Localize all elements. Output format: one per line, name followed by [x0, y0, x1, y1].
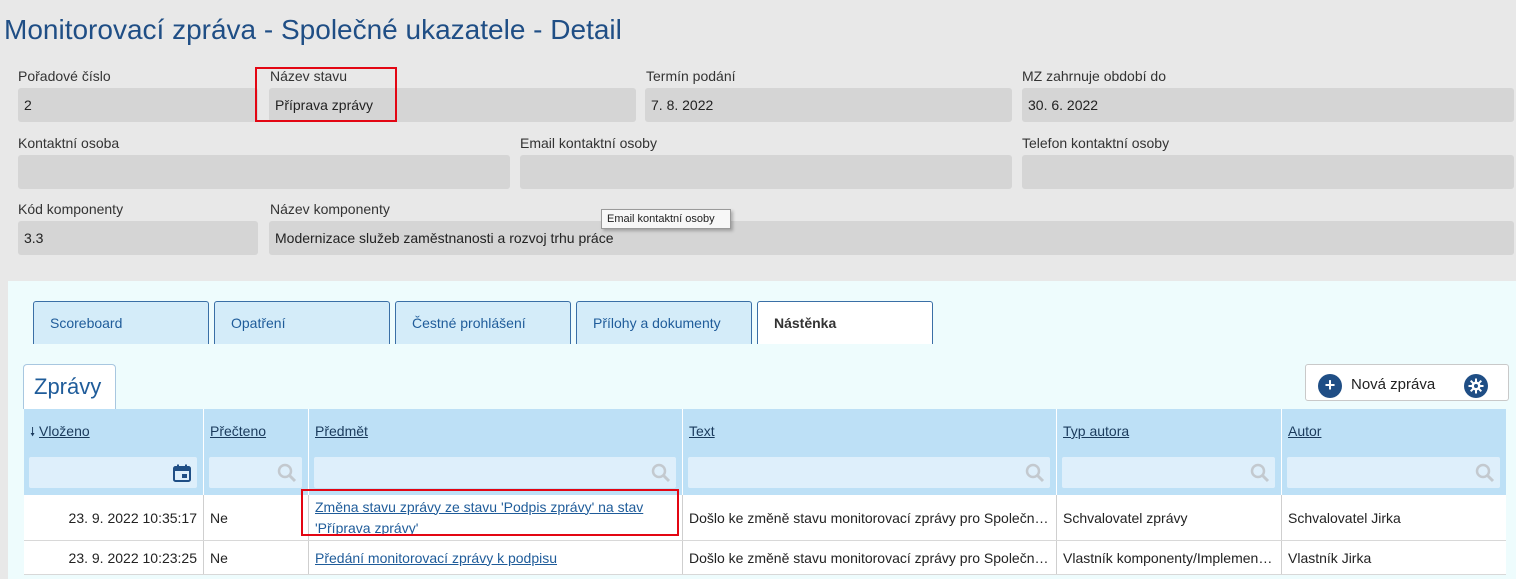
filter-vlozeno[interactable]: [29, 457, 197, 488]
tab-scoreboard[interactable]: Scoreboard: [33, 301, 209, 344]
cell-vlozeno: 23. 9. 2022 10:35:17: [24, 495, 204, 540]
column-text: Text: [683, 409, 1057, 495]
calendar-icon[interactable]: [172, 463, 192, 483]
cell-predmet: Předání monitorovací zprávy k podpisu: [309, 541, 683, 574]
cell-precteno: Ne: [204, 495, 309, 540]
page-title: Monitorovací zpráva - Společné ukazatele…: [4, 14, 622, 45]
filter-precteno[interactable]: [209, 457, 302, 488]
column-autor-title[interactable]: Autor: [1288, 423, 1321, 439]
filter-predmet[interactable]: [314, 457, 676, 488]
table-row[interactable]: 23. 9. 2022 10:23:25 Ne Předání monitoro…: [24, 541, 1506, 575]
poradove-cislo-label: Pořadové číslo: [18, 68, 111, 84]
tab-prilohy-a-dokumenty[interactable]: Přílohy a dokumenty: [576, 301, 752, 344]
search-icon: [1475, 463, 1495, 483]
filter-text[interactable]: [688, 457, 1050, 488]
search-icon: [1250, 463, 1270, 483]
search-icon: [651, 463, 671, 483]
kod-komponenty-field: 3.3: [18, 221, 258, 255]
cell-typ-autora: Vlastník komponenty/Implementátor: [1057, 541, 1282, 574]
cell-text: Došlo ke změně stavu monitorovací zprávy…: [683, 495, 1057, 540]
nazev-komponenty-label: Název komponenty: [270, 201, 390, 217]
telefon-label: Telefon kontaktní osoby: [1022, 135, 1170, 151]
cell-autor: Schvalovatel Jirka: [1288, 509, 1401, 526]
messages-actions: + Nová zpráva: [1305, 364, 1509, 401]
tab-opatreni[interactable]: Opatření: [214, 301, 390, 344]
obdobi-do-label: MZ zahrnuje období do: [1022, 68, 1166, 84]
kontaktni-osoba-label: Kontaktní osoba: [18, 135, 120, 151]
table-row[interactable]: 23. 9. 2022 10:35:17 Ne Změna stavu zprá…: [24, 495, 1506, 541]
column-predmet-title[interactable]: Předmět: [315, 423, 368, 439]
cell-predmet: Změna stavu zprávy ze stavu 'Podpis zprá…: [309, 495, 683, 540]
column-precteno-title[interactable]: Přečteno: [210, 423, 266, 439]
column-typ-autora-title[interactable]: Typ autora: [1063, 423, 1129, 439]
cell-typ-autora-value: Vlastník komponenty/Implementátor: [1063, 549, 1275, 566]
cell-text-value: Došlo ke změně stavu monitorovací zprávy…: [689, 549, 1050, 566]
cell-text-value: Došlo ke změně stavu monitorovací zprávy…: [689, 509, 1050, 526]
column-precteno: Přečteno: [204, 409, 309, 495]
messages-grid-header: 🠗 Vloženo Přečteno Předmět Text Typ auto…: [24, 409, 1506, 495]
termin-podani-label: Termín podání: [646, 68, 736, 84]
nazev-stavu-field: Příprava zprávy: [269, 88, 636, 122]
column-predmet: Předmět: [309, 409, 683, 495]
column-vlozeno: 🠗 Vloženo: [24, 409, 204, 495]
nazev-stavu-label: Název stavu: [270, 68, 348, 84]
search-icon: [277, 463, 297, 483]
cell-text: Došlo ke změně stavu monitorovací zprávy…: [683, 541, 1057, 574]
poradove-cislo-field: 2: [18, 88, 258, 122]
tab-cestne-prohlaseni[interactable]: Čestné prohlášení: [395, 301, 571, 344]
email-label: Email kontaktní osoby: [520, 135, 657, 151]
cell-precteno: Ne: [204, 541, 309, 574]
column-typ-autora: Typ autora: [1057, 409, 1282, 495]
sort-desc-icon: 🠗: [30, 425, 36, 439]
termin-podani-field: 7. 8. 2022: [645, 88, 1012, 122]
cell-typ-autora-value: Schvalovatel zprávy: [1063, 509, 1188, 526]
filter-typ-autora[interactable]: [1062, 457, 1275, 488]
column-text-title[interactable]: Text: [689, 423, 715, 439]
kontaktni-osoba-field: [18, 155, 510, 189]
tab-nastenka[interactable]: Nástěnka: [757, 301, 933, 344]
messages-title: Zprávy: [23, 364, 116, 409]
subject-link[interactable]: Změna stavu zprávy ze stavu 'Podpis zprá…: [315, 497, 676, 539]
column-autor: Autor: [1282, 409, 1506, 495]
telefon-field: [1022, 155, 1514, 189]
email-tooltip: Email kontaktní osoby: [601, 209, 731, 229]
email-field: [520, 155, 1012, 189]
plus-icon: +: [1318, 374, 1342, 398]
search-icon: [1025, 463, 1045, 483]
filter-autor[interactable]: [1287, 457, 1500, 488]
obdobi-do-field: 30. 6. 2022: [1022, 88, 1514, 122]
cell-typ-autora: Schvalovatel zprávy: [1057, 495, 1282, 540]
cell-autor: Vlastník Jirka: [1288, 549, 1372, 566]
kod-komponenty-label: Kód komponenty: [18, 201, 124, 217]
new-message-button[interactable]: + Nová zpráva: [1306, 365, 1456, 402]
new-message-label: Nová zpráva: [1351, 376, 1436, 393]
subject-link[interactable]: Předání monitorovací zprávy k podpisu: [315, 550, 676, 566]
gear-icon[interactable]: [1464, 374, 1488, 398]
nazev-komponenty-field: Modernizace služeb zaměstnanosti a rozvo…: [269, 221, 1514, 255]
cell-vlozeno: 23. 9. 2022 10:23:25: [24, 541, 204, 574]
column-vlozeno-header[interactable]: 🠗 Vloženo: [30, 423, 90, 444]
column-vlozeno-title: Vloženo: [39, 423, 90, 439]
